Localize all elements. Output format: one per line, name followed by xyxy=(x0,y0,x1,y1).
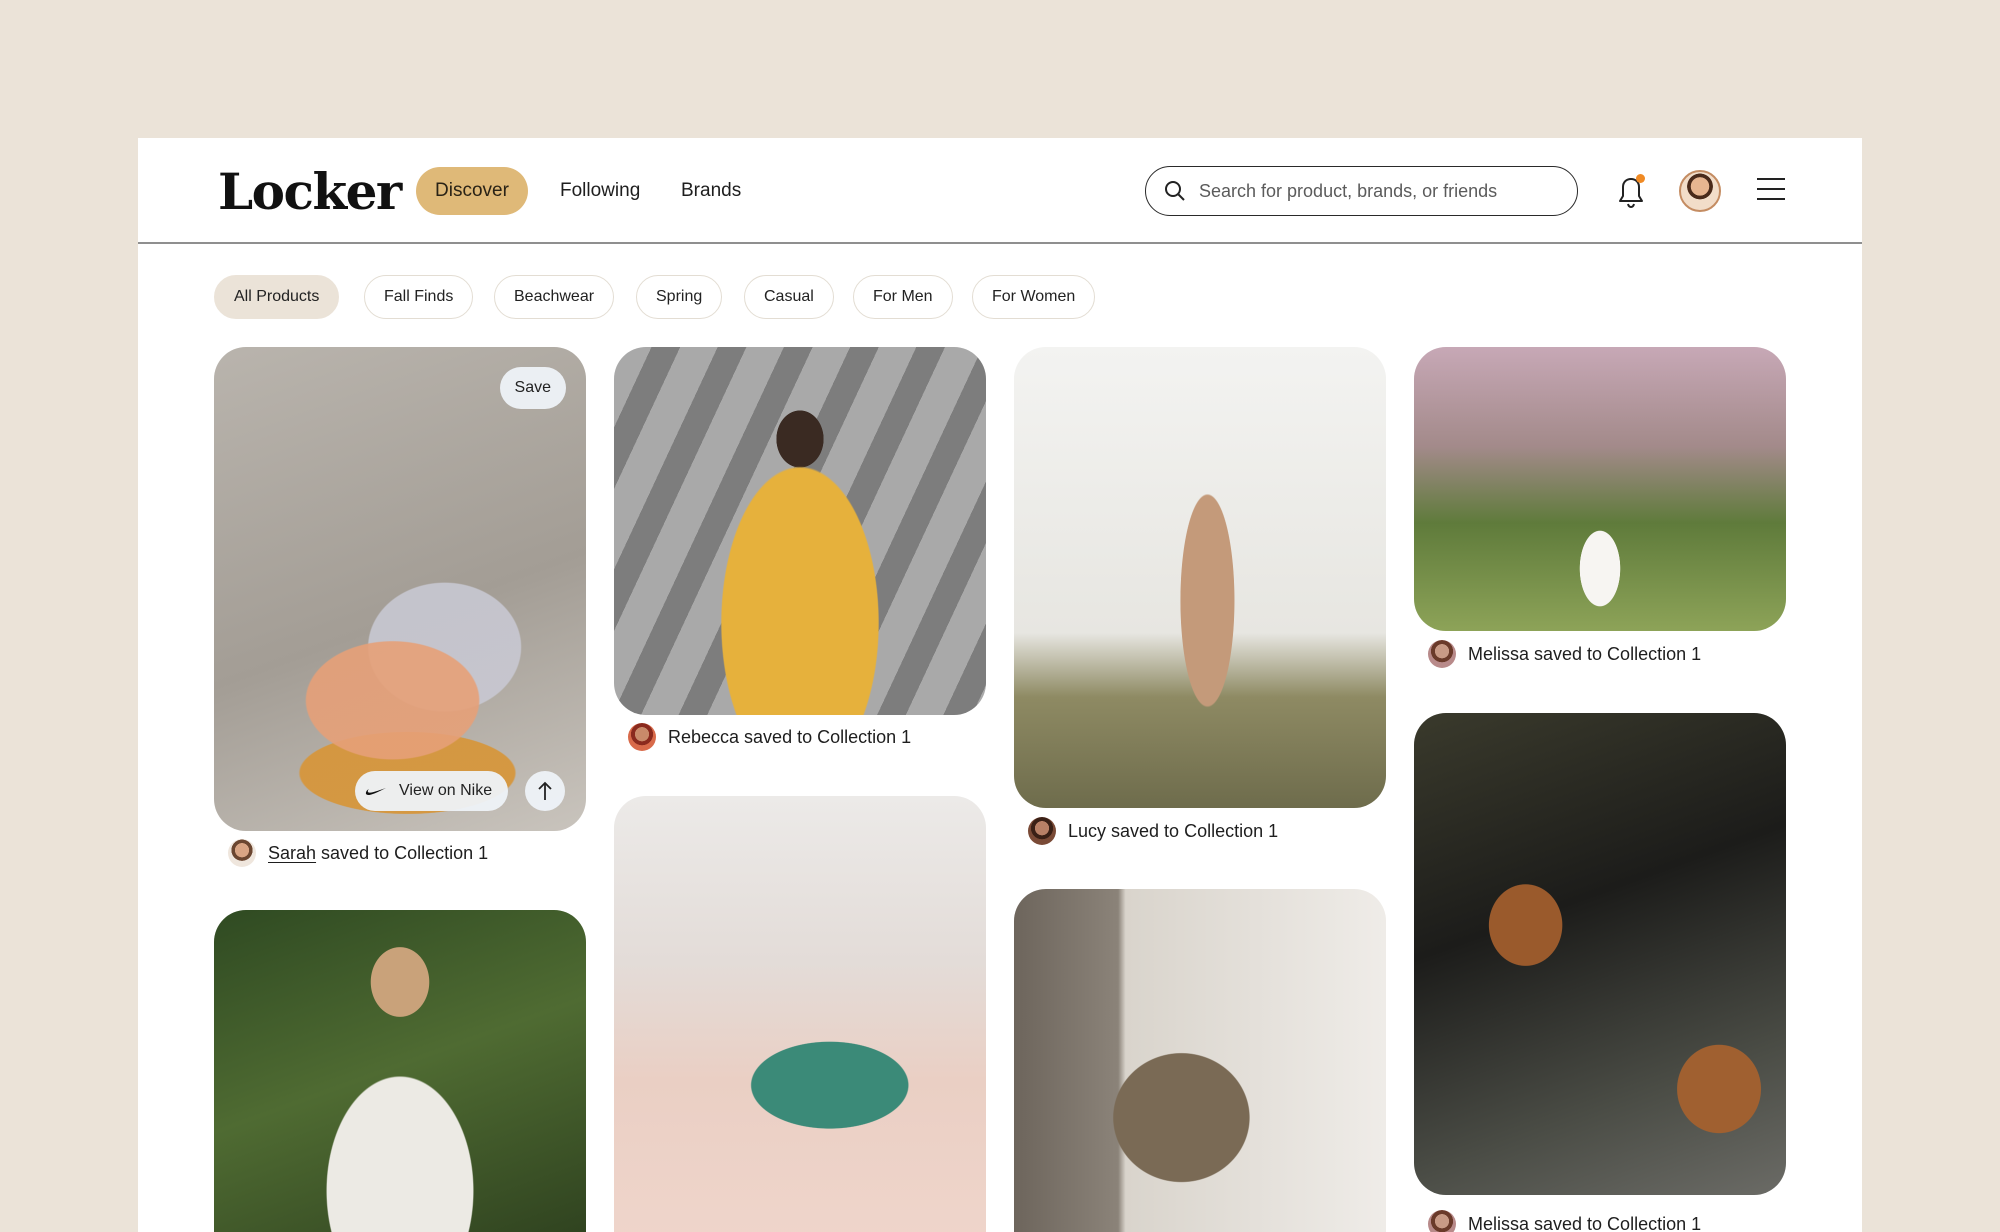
caption-text: Melissa saved to Collection 1 xyxy=(1468,1213,1702,1232)
app-window: Locker Discover Following Brands All Pro… xyxy=(138,138,1862,1232)
product-card-brown-boots[interactable] xyxy=(1414,713,1786,1195)
menu-icon[interactable] xyxy=(1756,174,1786,204)
card-caption-brown-boots: Melissa saved to Collection 1 xyxy=(1428,1210,1701,1232)
product-card-white-top[interactable] xyxy=(214,910,586,1232)
product-card-yellow-dress[interactable] xyxy=(614,347,986,715)
view-on-nike-button[interactable]: View on Nike xyxy=(355,771,509,811)
tab-brands[interactable]: Brands xyxy=(662,167,760,215)
user-link-sarah[interactable]: Sarah xyxy=(268,843,316,863)
product-card-trench-coat[interactable] xyxy=(1014,347,1386,808)
top-header: Locker Discover Following Brands xyxy=(138,138,1862,244)
share-button[interactable] xyxy=(525,771,565,811)
search-icon xyxy=(1165,181,1185,201)
caption-text: Melissa saved to Collection 1 xyxy=(1468,643,1702,664)
product-card-cherry-trees[interactable] xyxy=(1414,347,1786,631)
caption-text: Rebecca saved to Collection 1 xyxy=(668,726,912,747)
tab-discover[interactable]: Discover xyxy=(416,167,528,215)
notification-dot xyxy=(1636,174,1645,183)
save-button[interactable]: Save xyxy=(499,367,566,409)
logo[interactable]: Locker xyxy=(218,162,402,221)
filter-casual[interactable]: Casual xyxy=(744,275,834,319)
avatar[interactable] xyxy=(1679,170,1721,212)
card-caption-yellow-dress: Rebecca saved to Collection 1 xyxy=(628,723,911,751)
filter-fall-finds[interactable]: Fall Finds xyxy=(364,275,474,319)
card-caption-cherry-trees: Melissa saved to Collection 1 xyxy=(1428,640,1701,668)
view-on-nike-label: View on Nike xyxy=(399,782,493,799)
filter-for-women[interactable]: For Women xyxy=(972,275,1096,319)
caption-text: saved to Collection 1 xyxy=(316,842,489,863)
product-card-green-shoe[interactable] xyxy=(614,796,986,1232)
caption-text: Lucy saved to Collection 1 xyxy=(1068,820,1279,841)
tab-following[interactable]: Following xyxy=(541,167,659,215)
search-input[interactable] xyxy=(1199,180,1559,202)
filter-beachwear[interactable]: Beachwear xyxy=(494,275,615,319)
bell-icon[interactable] xyxy=(1612,171,1650,211)
card-caption-sneakers: Sarah saved to Collection 1 xyxy=(228,839,488,867)
filter-spring[interactable]: Spring xyxy=(636,275,723,319)
user-avatar-rebecca[interactable] xyxy=(628,723,656,751)
user-avatar-lucy[interactable] xyxy=(1028,817,1056,845)
user-avatar-melissa[interactable] xyxy=(1428,1210,1456,1232)
product-card-sweater[interactable] xyxy=(1014,889,1386,1232)
user-avatar-sarah[interactable] xyxy=(228,839,256,867)
card-caption-trench-coat: Lucy saved to Collection 1 xyxy=(1028,817,1278,845)
filter-all-products[interactable]: All Products xyxy=(214,275,340,319)
product-card-sneakers[interactable]: Save View on Nike xyxy=(214,347,586,831)
nike-logo-icon xyxy=(365,788,386,796)
filter-for-men[interactable]: For Men xyxy=(853,275,953,319)
search-bar[interactable] xyxy=(1145,166,1578,216)
user-avatar-melissa[interactable] xyxy=(1428,640,1456,668)
share-arrow-icon xyxy=(538,781,552,800)
